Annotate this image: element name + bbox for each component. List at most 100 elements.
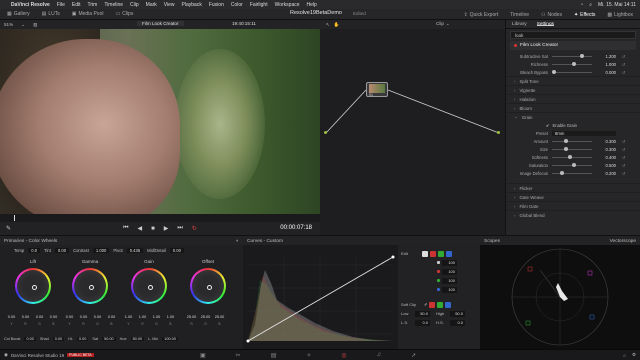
gain-wheel[interactable]: [131, 268, 167, 304]
section-flicker[interactable]: › Flicker: [506, 183, 640, 192]
edit-b-value[interactable]: 100: [442, 286, 457, 293]
fusion-page-icon[interactable]: ✧: [306, 352, 311, 359]
reset-icon[interactable]: ↺: [622, 70, 626, 75]
select-tool-icon[interactable]: ↖: [326, 22, 330, 28]
hand-tool-icon[interactable]: ✋: [334, 22, 340, 28]
param-row[interactable]: Saturation 0.500 ↺: [506, 161, 640, 169]
playhead[interactable]: [14, 215, 15, 221]
color-node[interactable]: 01: [366, 82, 388, 97]
pen-tool-icon[interactable]: ✎: [6, 225, 11, 232]
tab-gallery[interactable]: ▦ Gallery: [4, 10, 33, 19]
slider-knob[interactable]: [572, 62, 576, 66]
reset-icon[interactable]: ↺: [622, 139, 626, 144]
tab-effects[interactable]: ✦ Effects: [571, 10, 598, 19]
search-icon[interactable]: ⌕: [589, 2, 592, 8]
scope-mode-select[interactable]: Vectorscope: [610, 239, 636, 244]
hs-field[interactable]: 0.0: [450, 319, 465, 326]
gear-icon[interactable]: ⚙: [632, 352, 636, 358]
slider-knob[interactable]: [552, 70, 556, 74]
sc-green-toggle[interactable]: [437, 301, 444, 308]
sc-blue-toggle[interactable]: [445, 301, 452, 308]
output-port[interactable]: [497, 131, 500, 134]
loop-icon[interactable]: ↻: [192, 225, 197, 232]
param-row[interactable]: Image Defocus 0.200 ↺: [506, 169, 640, 177]
checkbox-icon[interactable]: ✔: [546, 123, 550, 128]
red-channel-toggle[interactable]: [429, 250, 436, 257]
low-field[interactable]: 50.0: [415, 310, 430, 317]
cut-page-icon[interactable]: ✂: [236, 352, 241, 359]
node-editor[interactable]: 01: [320, 29, 505, 235]
reset-icon[interactable]: ↺: [622, 54, 626, 59]
slider-knob[interactable]: [564, 139, 568, 143]
edit-g-value[interactable]: 100: [442, 277, 457, 284]
layout-icon[interactable]: ▥: [33, 22, 37, 28]
reset-icon[interactable]: ↺: [622, 171, 626, 176]
media-page-icon[interactable]: ▣: [200, 352, 206, 359]
tab-settings[interactable]: Settings: [536, 22, 555, 27]
app-menu[interactable]: DaVinci Resolve: [11, 2, 50, 8]
menu-workspace[interactable]: Workspace: [275, 2, 300, 8]
effect-toggle[interactable]: [514, 44, 517, 47]
enable-grain-row[interactable]: ✔ Enable Grain: [506, 121, 640, 129]
skip-start-icon[interactable]: ⏮: [123, 225, 128, 232]
menu-mark[interactable]: Mark: [146, 2, 157, 8]
curve-canvas[interactable]: [243, 245, 398, 349]
param-row[interactable]: Subtractive Sat 1.200 ↺: [506, 52, 640, 60]
reset-icon[interactable]: ↺: [622, 163, 626, 168]
temp-field[interactable]: 0.0: [28, 247, 41, 253]
param-row[interactable]: Bleach Bypass 0.000 ↺: [506, 68, 640, 76]
effect-header[interactable]: Film Look Creator: [510, 41, 636, 50]
preset-row[interactable]: Preset 8mm: [506, 129, 640, 137]
reset-icon[interactable]: ↺: [622, 155, 626, 160]
param-row[interactable]: Size 0.300 ↺: [506, 145, 640, 153]
pivot-field[interactable]: 0.435: [126, 247, 144, 253]
gamma-wheel[interactable]: [72, 268, 108, 304]
lift-wheel[interactable]: [15, 268, 51, 304]
param-row[interactable]: Amount 0.300 ↺: [506, 137, 640, 145]
menu-edit[interactable]: Edit: [72, 2, 81, 8]
tab-library[interactable]: Library: [512, 22, 527, 27]
tab-media-pool[interactable]: ▣ Media Pool: [69, 10, 107, 19]
edit-y-value[interactable]: 100: [442, 259, 457, 266]
curves-graph[interactable]: [243, 245, 398, 349]
tab-timeline[interactable]: Timeline: [507, 10, 532, 19]
menu-trim[interactable]: Trim: [88, 2, 98, 8]
menu-help[interactable]: Help: [307, 2, 317, 8]
clip-name[interactable]: Film Look Creator: [137, 21, 184, 26]
blue-channel-toggle[interactable]: [445, 250, 452, 257]
scrubber[interactable]: [0, 214, 320, 222]
slider-knob[interactable]: [572, 163, 576, 167]
offset-wheel[interactable]: [190, 268, 226, 304]
contrast-field[interactable]: 1.000: [92, 247, 110, 253]
menu-fusion[interactable]: Fusion: [209, 2, 224, 8]
menu-timeline[interactable]: Timeline: [104, 2, 123, 8]
menu-fairlight[interactable]: Fairlight: [250, 2, 268, 8]
mid-detail-field[interactable]: 0.00: [169, 247, 184, 253]
menu-file[interactable]: File: [57, 2, 65, 8]
effects-search-input[interactable]: look: [510, 31, 636, 39]
edit-page-icon[interactable]: ▤: [271, 352, 277, 359]
menu-clip[interactable]: Clip: [130, 2, 139, 8]
slider-knob[interactable]: [560, 171, 564, 175]
color-page-icon[interactable]: ◎: [341, 352, 346, 359]
skip-end-icon[interactable]: ⏭: [177, 225, 182, 232]
reset-icon[interactable]: ↺: [622, 62, 626, 67]
slider-knob[interactable]: [568, 155, 572, 159]
tab-lightbox[interactable]: ▩ Lightbox: [604, 10, 636, 19]
tab-luts[interactable]: ▤ LUTs: [39, 10, 63, 19]
wheels-mode-icon[interactable]: ◐: [236, 239, 239, 244]
menu-view[interactable]: View: [164, 2, 175, 8]
chevron-down-icon[interactable]: ⌄: [21, 22, 25, 28]
green-channel-toggle[interactable]: [437, 250, 444, 257]
zoom-select[interactable]: 51%: [4, 22, 13, 27]
slider-knob[interactable]: [564, 147, 568, 151]
section-split-tone[interactable]: › Split Tone: [506, 76, 640, 85]
ls-field[interactable]: 0.0: [415, 319, 430, 326]
section-gate-weave[interactable]: › Gate Weave: [506, 192, 640, 201]
tint-field[interactable]: 0.00: [54, 247, 70, 253]
menu-playback[interactable]: Playback: [182, 2, 202, 8]
tab-clips[interactable]: ▭ Clips: [112, 10, 136, 19]
home-icon[interactable]: ⌂: [623, 353, 626, 358]
link-toggle[interactable]: [421, 250, 428, 257]
sc-red-toggle[interactable]: [429, 301, 436, 308]
